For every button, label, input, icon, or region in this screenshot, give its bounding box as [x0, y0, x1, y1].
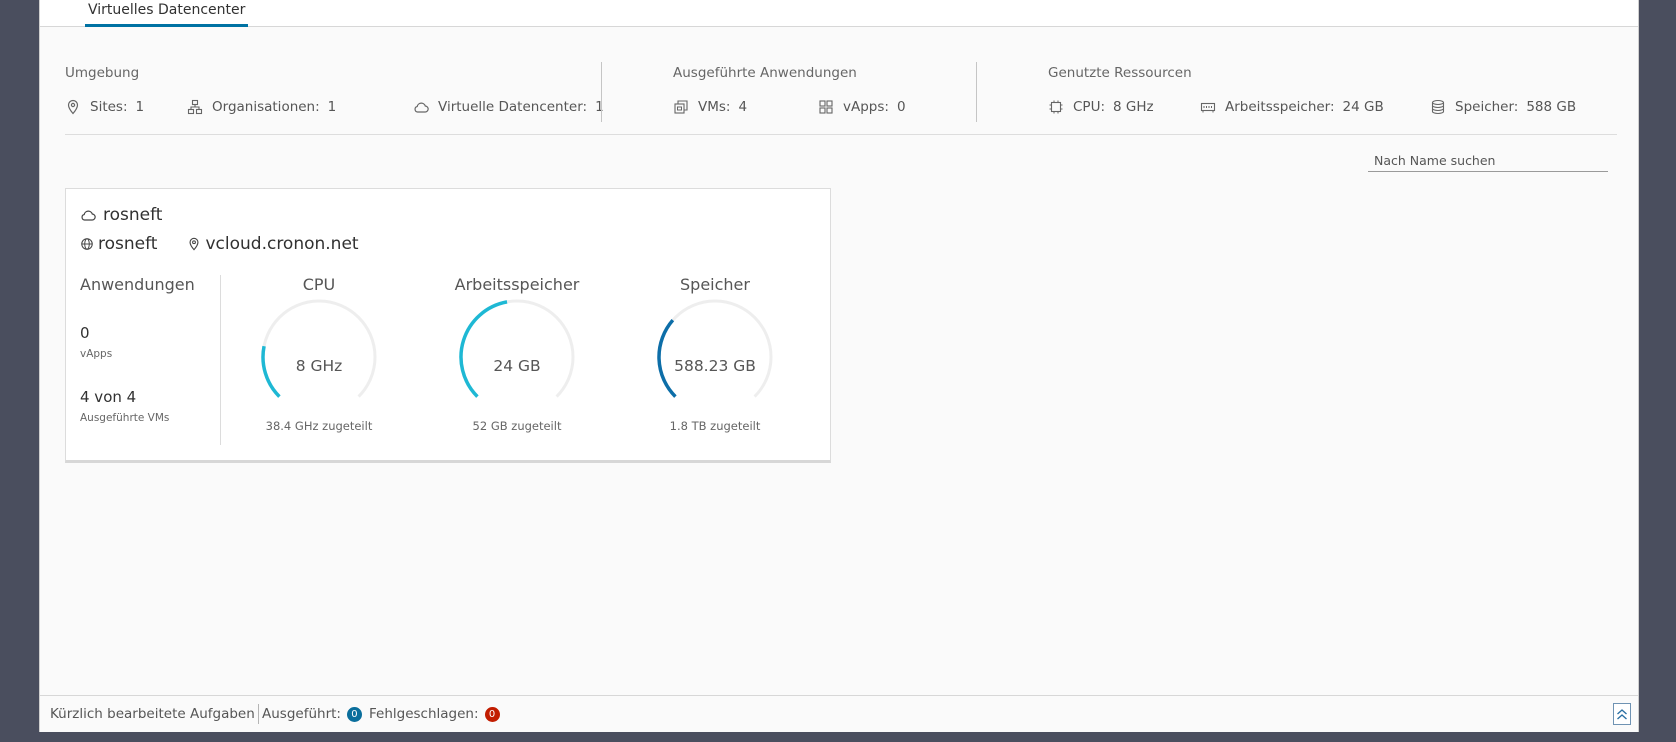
cpu-stat: CPU: 8 GHz [1048, 99, 1154, 115]
resources-group: Genutzte Ressourcen CPU: 8 GHz Arbeitssp… [1048, 62, 1608, 122]
globe-icon [81, 238, 93, 250]
resources-title: Genutzte Ressourcen [1048, 65, 1192, 81]
vapp-icon [819, 100, 833, 114]
vapps-count-label: vApps [80, 348, 113, 360]
running-label: Ausgeführt: [262, 706, 341, 722]
location-pin-icon [67, 99, 79, 115]
storage-gauge: Speicher 588.23 GB 1.8 TB zugeteilt [640, 275, 790, 445]
memory-icon [1200, 102, 1216, 113]
vapps-value: 0 [896, 99, 906, 115]
memory-value: 24 GB [1342, 99, 1384, 115]
recent-tasks-link[interactable]: Kürzlich bearbeitete Aufgaben [50, 706, 255, 722]
gauge-fill [459, 300, 508, 398]
vapps-stat: vApps: 0 [818, 99, 906, 115]
running-apps-group: Ausgeführte Anwendungen VMs: 4 vApps: 0 [673, 62, 973, 122]
gauge-value: 8 GHz [295, 357, 343, 375]
gauge-value: 588.23 GB [674, 357, 756, 375]
cpu-value: 8 GHz [1113, 99, 1154, 115]
running-count-badge: 0 [346, 706, 362, 722]
gauge-allocated: 52 GB zugeteilt [472, 419, 562, 433]
summary-divider [976, 62, 977, 122]
location-pin-icon [189, 237, 199, 251]
storage-value: 588 GB [1526, 99, 1577, 115]
failed-tasks[interactable]: Fehlgeschlagen: 0 [369, 706, 500, 722]
site-info: vcloud.cronon.net [187, 234, 359, 254]
search-input[interactable] [1368, 150, 1608, 172]
sites-label: Sites: [90, 99, 128, 115]
vapps-count: 0 [80, 324, 90, 342]
vms-running-count: 4 von 4 [80, 388, 137, 406]
tab-virtual-datacenter[interactable]: Virtuelles Datencenter [85, 0, 249, 27]
summary-bar: Umgebung Sites: 1 Organisationen: 1 Virt… [65, 62, 1617, 135]
vdcs-label: Virtuelle Datencenter: [438, 99, 588, 115]
memory-label: Arbeitsspeicher: [1225, 99, 1335, 115]
memory-stat: Arbeitsspeicher: 24 GB [1200, 99, 1384, 115]
expand-tasks-button[interactable] [1613, 703, 1631, 725]
org-name: rosneft [98, 234, 158, 254]
gauge-track [657, 299, 773, 398]
applications-title: Anwendungen [80, 275, 195, 294]
sites-value: 1 [135, 99, 145, 115]
double-chevron-up-icon [1617, 709, 1627, 720]
memory-gauge: Arbeitsspeicher 24 GB 52 GB zugeteilt [442, 275, 592, 445]
vdcs-value: 1 [595, 99, 604, 115]
gauge-value: 24 GB [493, 357, 541, 375]
failed-count-badge: 0 [484, 706, 500, 722]
cpu-label: CPU: [1073, 99, 1105, 115]
gauge-title: CPU [302, 275, 336, 294]
running-tasks[interactable]: Ausgeführt: 0 [262, 706, 362, 722]
gauge-allocated: 38.4 GHz zugeteilt [265, 419, 373, 433]
vms-value: 4 [738, 99, 748, 115]
org-info: rosneft [80, 234, 157, 254]
organization-icon [187, 99, 203, 115]
vdc-card[interactable]: rosneft rosneft vcloud.cronon.net Anwend… [65, 188, 831, 463]
vms-running-label: Ausgeführte VMs [80, 412, 170, 424]
cpu-icon [1049, 100, 1063, 114]
organizations-label: Organisationen: [212, 99, 320, 115]
site-name: vcloud.cronon.net [205, 234, 359, 254]
footer-divider [258, 704, 259, 724]
cpu-gauge: CPU 8 GHz 38.4 GHz zugeteilt [244, 275, 394, 445]
applications-column: Anwendungen 0 vApps 4 von 4 Ausgeführte … [80, 275, 221, 445]
failed-label: Fehlgeschlagen: [369, 706, 479, 722]
gauge-track [261, 299, 377, 398]
storage-icon [1431, 99, 1445, 115]
gauge-title: Arbeitsspeicher [454, 275, 580, 294]
vapps-label: vApps: [843, 99, 889, 115]
summary-divider [601, 62, 602, 122]
sites-stat: Sites: 1 [65, 99, 144, 115]
storage-label: Speicher: [1455, 99, 1519, 115]
gauge-title: Speicher [680, 275, 750, 294]
running-apps-title: Ausgeführte Anwendungen [673, 65, 857, 81]
vm-icon [674, 100, 688, 114]
environment-title: Umgebung [65, 65, 140, 81]
cloud-icon [81, 210, 96, 221]
tab-bar: Virtuelles Datencenter [40, 0, 1638, 27]
gauge-allocated: 1.8 TB zugeteilt [669, 419, 761, 433]
cloud-icon [414, 102, 429, 113]
task-bar: Kürzlich bearbeitete Aufgaben Ausgeführt… [40, 695, 1638, 732]
storage-stat: Speicher: 588 GB [1430, 99, 1576, 115]
vms-stat: VMs: 4 [673, 99, 747, 115]
environment-group: Umgebung Sites: 1 Organisationen: 1 Virt… [65, 62, 604, 122]
vdc-meta-row: rosneft vcloud.cronon.net [80, 234, 389, 254]
organizations-value: 1 [327, 99, 337, 115]
vdc-name[interactable]: rosneft [103, 205, 162, 225]
vdc-name-row: rosneft [80, 205, 162, 225]
vdcs-stat: Virtuelle Datencenter: 1 [413, 99, 604, 115]
organizations-stat: Organisationen: 1 [187, 99, 336, 115]
main-window: Virtuelles Datencenter Umgebung Sites: 1… [39, 0, 1639, 732]
vms-label: VMs: [698, 99, 731, 115]
